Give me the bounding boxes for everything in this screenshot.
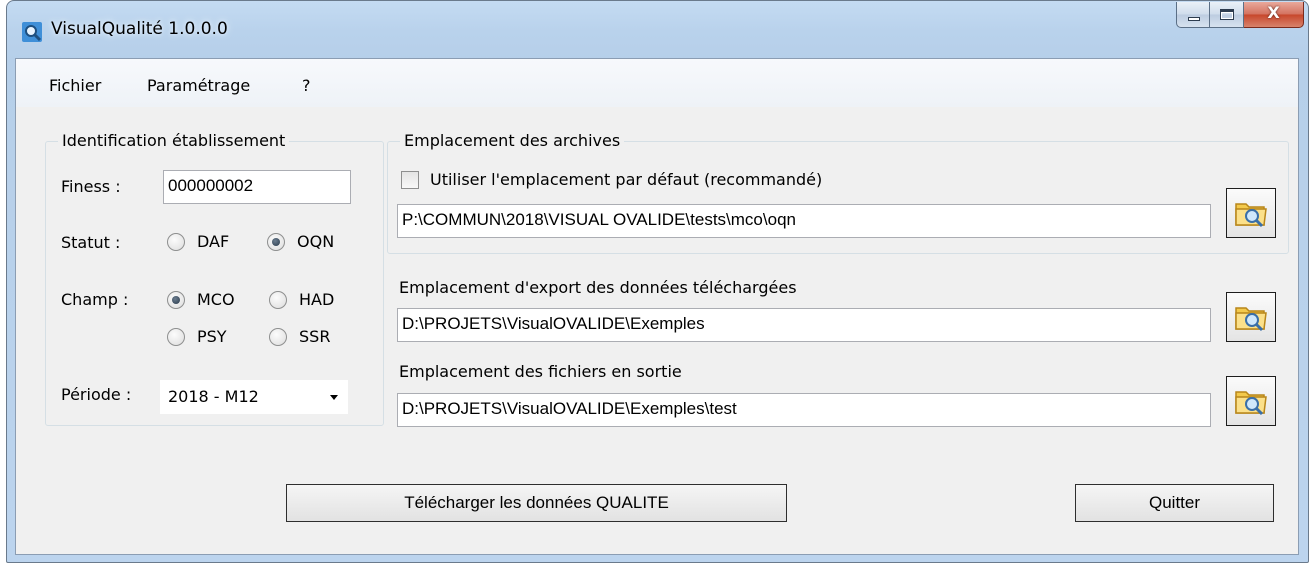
radio-statut-oqn[interactable]: OQN xyxy=(267,232,334,251)
chevron-down-icon xyxy=(330,395,338,400)
archives-path-input[interactable]: P:\COMMUN\2018\VISUAL OVALIDE\tests\mco\… xyxy=(397,204,1211,238)
menu-fichier[interactable]: Fichier xyxy=(49,76,101,95)
radio-label: HAD xyxy=(299,290,335,309)
folder-search-icon xyxy=(1235,203,1267,228)
folder-search-icon xyxy=(1235,391,1267,416)
output-browse-button[interactable] xyxy=(1226,376,1276,426)
radio-button xyxy=(269,290,287,309)
output-label: Emplacement des fichiers en sortie xyxy=(399,362,682,381)
client-area: Fichier Paramétrage ? Identification éta… xyxy=(15,58,1299,555)
periode-label: Période : xyxy=(61,385,132,404)
minimize-button[interactable] xyxy=(1176,2,1210,28)
radio-button xyxy=(167,232,185,251)
identification-title: Identification établissement xyxy=(58,131,290,150)
folder-search-icon xyxy=(1235,307,1267,332)
menu-parametrage[interactable]: Paramétrage xyxy=(147,76,250,95)
radio-label: SSR xyxy=(299,327,331,346)
radio-champ-psy[interactable]: PSY xyxy=(167,327,227,346)
radio-champ-had[interactable]: HAD xyxy=(269,290,334,309)
radio-label: PSY xyxy=(197,327,227,346)
default-location-checkbox[interactable] xyxy=(401,171,419,189)
periode-value: 2018 - M12 xyxy=(168,387,259,406)
magnifier-icon xyxy=(22,22,42,42)
export-path-input[interactable]: D:\PROJETS\VisualOVALIDE\Exemples xyxy=(397,308,1211,342)
app-window: VisualQualité 1.0.0.0 X Fichier Paramétr… xyxy=(6,0,1309,563)
maximize-icon xyxy=(1220,9,1234,20)
quit-button[interactable]: Quitter xyxy=(1075,484,1274,522)
window-title: VisualQualité 1.0.0.0 xyxy=(51,19,228,39)
radio-button xyxy=(167,290,185,309)
radio-label: MCO xyxy=(197,290,235,309)
radio-champ-ssr[interactable]: SSR xyxy=(269,327,330,346)
finess-label: Finess : xyxy=(61,177,121,196)
statut-label: Statut : xyxy=(61,233,121,252)
download-button[interactable]: Télécharger les données QUALITE xyxy=(286,484,787,522)
close-icon: X xyxy=(1267,3,1280,22)
menu-bar: Fichier Paramétrage ? xyxy=(16,59,1298,107)
champ-label: Champ : xyxy=(61,290,129,309)
export-label: Emplacement d'export des données télécha… xyxy=(399,278,797,297)
minimize-icon xyxy=(1188,17,1200,21)
radio-button xyxy=(167,327,185,346)
finess-input[interactable]: 000000002 xyxy=(163,170,351,204)
output-path-input[interactable]: D:\PROJETS\VisualOVALIDE\Exemples\test xyxy=(397,393,1211,427)
export-browse-button[interactable] xyxy=(1226,292,1276,342)
archives-title: Emplacement des archives xyxy=(400,131,625,150)
archives-browse-button[interactable] xyxy=(1226,188,1276,238)
default-location-label[interactable]: Utiliser l'emplacement par défaut (recom… xyxy=(430,170,822,189)
radio-button xyxy=(267,232,285,251)
menu-help[interactable]: ? xyxy=(302,76,311,95)
radio-statut-daf[interactable]: DAF xyxy=(167,232,229,251)
radio-champ-mco[interactable]: MCO xyxy=(167,290,235,309)
periode-select[interactable]: 2018 - M12 xyxy=(159,379,349,415)
window-controls: X xyxy=(1176,2,1304,28)
radio-button xyxy=(269,327,287,346)
radio-label: DAF xyxy=(197,232,230,251)
maximize-button[interactable] xyxy=(1210,2,1244,28)
radio-label: OQN xyxy=(297,232,335,251)
close-button[interactable]: X xyxy=(1244,2,1304,28)
title-bar[interactable]: VisualQualité 1.0.0.0 X xyxy=(7,1,1308,57)
